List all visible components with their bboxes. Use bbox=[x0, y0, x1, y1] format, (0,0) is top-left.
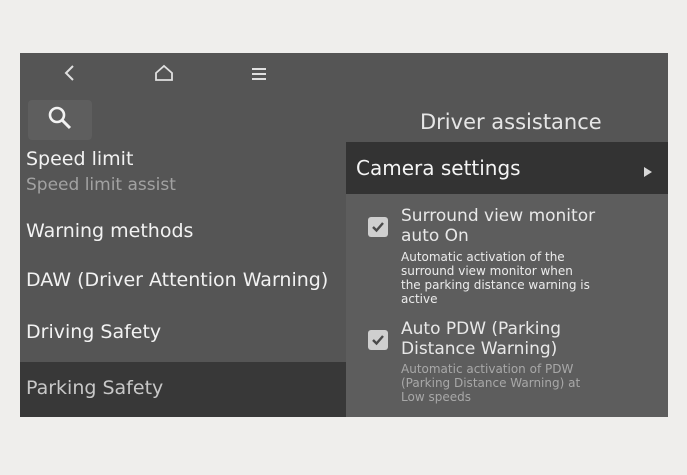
pdw-desc-line: Low speeds bbox=[401, 390, 471, 404]
menu-item-label: Parking Safety bbox=[26, 377, 164, 399]
menu-button[interactable] bbox=[245, 63, 273, 87]
hamburger-menu-icon bbox=[251, 66, 267, 85]
svm-auto-on-checkbox[interactable] bbox=[368, 217, 388, 237]
svm-desc-line: the parking distance warning is bbox=[401, 278, 590, 292]
back-button[interactable] bbox=[56, 63, 84, 87]
page-title: Driver assistance bbox=[420, 110, 602, 134]
pdw-option-title: Auto PDW (Parking Distance Warning) bbox=[401, 319, 661, 359]
svm-desc-line: Automatic activation of the bbox=[401, 250, 565, 264]
search-button[interactable] bbox=[28, 100, 92, 140]
pdw-desc-line: (Parking Distance Warning) at bbox=[401, 376, 581, 390]
menu-item-parking-safety[interactable]: Parking Safety bbox=[20, 362, 346, 417]
menu-item-daw[interactable]: DAW (Driver Attention Warning) bbox=[20, 260, 346, 302]
menu-item-speed-limit[interactable]: Speed limit Speed limit assist bbox=[20, 145, 346, 199]
camera-settings-label: Camera settings bbox=[356, 156, 521, 180]
search-icon bbox=[47, 105, 73, 135]
pdw-title-line: Auto PDW (Parking bbox=[401, 319, 562, 339]
menu-item-driving-safety[interactable]: Driving Safety bbox=[20, 312, 346, 356]
svm-title-line: Surround view monitor bbox=[401, 206, 596, 226]
svm-option-title: Surround view monitor auto On bbox=[401, 206, 661, 246]
settings-panel: Camera settings Surround view monitor au… bbox=[346, 142, 668, 417]
pdw-title-line: Distance Warning) bbox=[401, 339, 558, 359]
menu-item-sublabel: Speed limit assist bbox=[26, 175, 176, 195]
svm-desc-line: surround view monitor when bbox=[401, 264, 573, 278]
checkmark-icon bbox=[372, 335, 384, 346]
menu-item-label: Warning methods bbox=[26, 220, 194, 242]
checkmark-icon bbox=[372, 222, 384, 233]
menu-item-label: DAW (Driver Attention Warning) bbox=[26, 269, 329, 291]
chevron-left-icon bbox=[63, 64, 77, 86]
svm-title-line: auto On bbox=[401, 226, 469, 246]
svm-desc-line: active bbox=[401, 292, 438, 306]
pdw-desc-line: Automatic activation of PDW bbox=[401, 362, 574, 376]
camera-settings-row[interactable]: Camera settings bbox=[346, 142, 668, 194]
menu-item-label: Driving Safety bbox=[26, 321, 162, 343]
pdw-option-description: Automatic activation of PDW (Parking Dis… bbox=[401, 362, 631, 404]
home-icon bbox=[154, 64, 174, 86]
menu-item-label: Speed limit bbox=[26, 148, 134, 170]
infotainment-screen: Driver assistance Speed limit Speed limi… bbox=[20, 53, 668, 417]
svm-option-description: Automatic activation of the surround vie… bbox=[401, 250, 631, 306]
auto-pdw-checkbox[interactable] bbox=[368, 330, 388, 350]
menu-item-warning-methods[interactable]: Warning methods bbox=[20, 210, 346, 252]
triangle-right-icon bbox=[644, 162, 652, 181]
home-button[interactable] bbox=[150, 63, 178, 87]
